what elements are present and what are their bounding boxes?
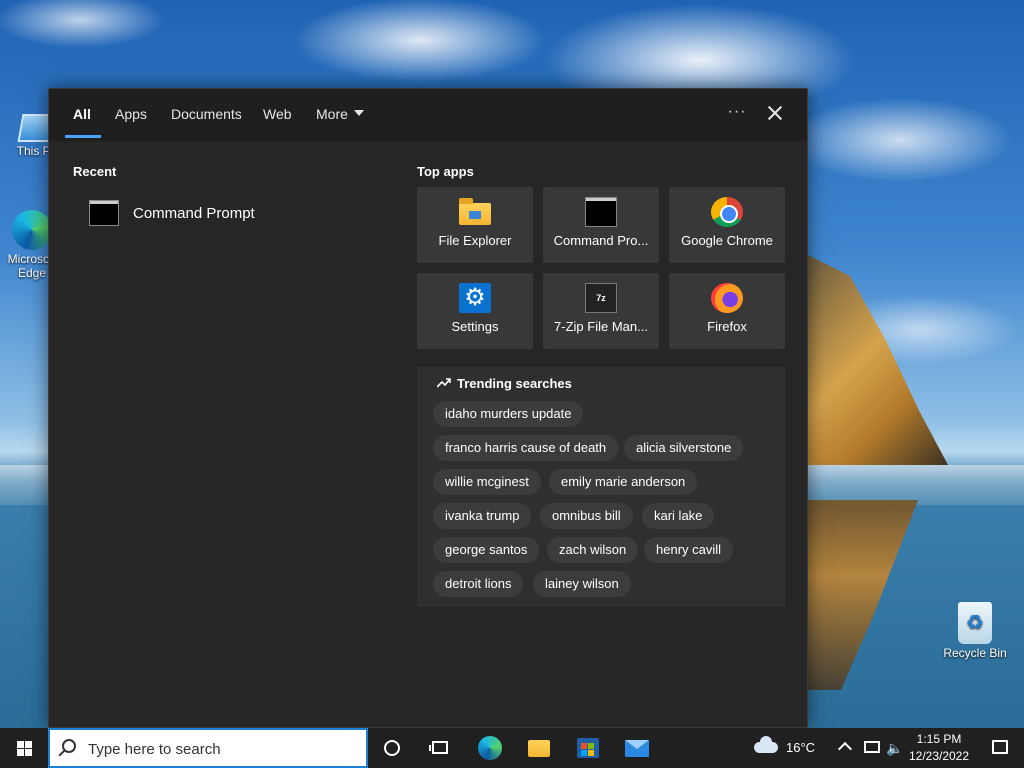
top-app-google-chrome[interactable]: Google Chrome — [669, 187, 785, 263]
trending-chip[interactable]: george santos — [433, 537, 540, 563]
command-prompt-icon — [585, 197, 617, 227]
top-app-label: 7-Zip File Man... — [554, 319, 648, 334]
cortana-button[interactable] — [368, 728, 416, 768]
settings-icon: ⚙ — [459, 283, 491, 313]
top-app-label: File Explorer — [438, 233, 512, 248]
firefox-icon — [711, 283, 743, 313]
trending-chip[interactable]: lainey wilson — [533, 571, 631, 597]
trending-searches: Trending searches idaho murders update f… — [417, 367, 785, 607]
command-prompt-icon — [89, 200, 119, 226]
trending-icon — [437, 378, 451, 388]
search-panel-header: All Apps Documents Web More ··· — [49, 89, 807, 141]
volume-icon[interactable]: 🔈 — [886, 740, 903, 756]
edge-icon — [12, 210, 52, 250]
desktop-icon-recycle-bin[interactable]: ♻ Recycle Bin — [942, 602, 1008, 660]
recycle-bin-icon: ♻ — [958, 602, 992, 644]
recent-section-title: Recent — [73, 164, 117, 179]
ellipsis-icon: ··· — [727, 103, 747, 120]
taskbar-store-button[interactable] — [564, 728, 612, 768]
tab-documents[interactable]: Documents — [171, 106, 242, 122]
search-panel: All Apps Documents Web More ··· Recent C… — [48, 88, 808, 728]
top-app-7zip[interactable]: 7z 7-Zip File Man... — [543, 273, 659, 349]
edge-icon — [478, 736, 502, 760]
action-center-button[interactable] — [976, 728, 1024, 768]
network-icon[interactable] — [864, 741, 880, 753]
top-app-label: Settings — [451, 319, 499, 334]
file-explorer-icon — [528, 740, 550, 757]
taskbar-edge-button[interactable] — [466, 728, 514, 768]
start-button[interactable] — [0, 728, 48, 768]
more-options-button[interactable]: ··· — [725, 101, 749, 125]
mail-icon — [625, 740, 649, 757]
trending-chip[interactable]: willie mcginest — [433, 469, 541, 495]
tab-more[interactable]: More — [316, 106, 364, 122]
taskbar-mail-button[interactable] — [613, 728, 661, 768]
trending-chip[interactable]: zach wilson — [547, 537, 639, 563]
show-hidden-icons-chevron-icon[interactable] — [837, 741, 853, 757]
clock-date: 12/23/2022 — [908, 749, 970, 763]
search-icon — [62, 739, 76, 753]
recent-item-label: Command Prompt — [133, 205, 255, 222]
taskbar: 16°C 🔈 1:15 PM 12/23/2022 — [0, 728, 1024, 768]
trending-chip[interactable]: ivanka trump — [433, 503, 532, 529]
search-input[interactable] — [88, 737, 358, 761]
top-apps-section-title: Top apps — [417, 164, 474, 179]
trending-chip[interactable]: franco harris cause of death — [433, 435, 619, 461]
chevron-down-icon — [353, 110, 364, 116]
trending-chip[interactable]: detroit lions — [433, 571, 524, 597]
weather-widget[interactable]: 16°C — [752, 728, 822, 768]
cloud-icon — [754, 736, 778, 753]
trending-searches-title: Trending searches — [457, 376, 572, 391]
notification-icon — [992, 740, 1008, 754]
clock-time: 1:15 PM — [916, 732, 962, 746]
task-view-icon — [429, 741, 448, 754]
recent-item-command-prompt[interactable]: Command Prompt — [83, 197, 383, 229]
trending-chip[interactable]: kari lake — [642, 503, 715, 529]
cortana-icon — [384, 740, 400, 756]
windows-logo-icon — [17, 741, 32, 756]
taskbar-clock[interactable]: 1:15 PM 12/23/2022 — [906, 731, 972, 765]
7zip-icon: 7z — [585, 283, 617, 313]
active-tab-indicator — [65, 135, 101, 138]
desktop-icon-label: Recycle Bin — [943, 646, 1007, 660]
top-app-file-explorer[interactable]: File Explorer — [417, 187, 533, 263]
top-app-label: Google Chrome — [681, 233, 773, 248]
top-app-label: Command Pro... — [553, 233, 649, 248]
trending-chip[interactable]: emily marie anderson — [549, 469, 698, 495]
top-app-label: Firefox — [707, 319, 747, 334]
weather-temperature: 16°C — [786, 740, 816, 755]
task-view-button[interactable] — [416, 728, 464, 768]
top-app-command-prompt[interactable]: Command Pro... — [543, 187, 659, 263]
tab-apps[interactable]: Apps — [115, 106, 147, 122]
microsoft-store-icon — [577, 738, 599, 758]
file-explorer-icon — [459, 198, 491, 225]
top-app-settings[interactable]: ⚙ Settings — [417, 273, 533, 349]
taskbar-file-explorer-button[interactable] — [515, 728, 563, 768]
chrome-icon — [711, 197, 743, 227]
trending-chip[interactable]: alicia silverstone — [624, 435, 744, 461]
trending-chip[interactable]: henry cavill — [644, 537, 734, 563]
trending-chip[interactable]: idaho murders update — [433, 401, 584, 427]
tab-more-label: More — [316, 106, 348, 122]
trending-chip[interactable]: omnibus bill — [540, 503, 633, 529]
tab-web[interactable]: Web — [263, 106, 292, 122]
tab-all[interactable]: All — [73, 106, 91, 122]
taskbar-search-box[interactable] — [48, 728, 368, 768]
close-button[interactable] — [763, 101, 787, 125]
top-app-firefox[interactable]: Firefox — [669, 273, 785, 349]
